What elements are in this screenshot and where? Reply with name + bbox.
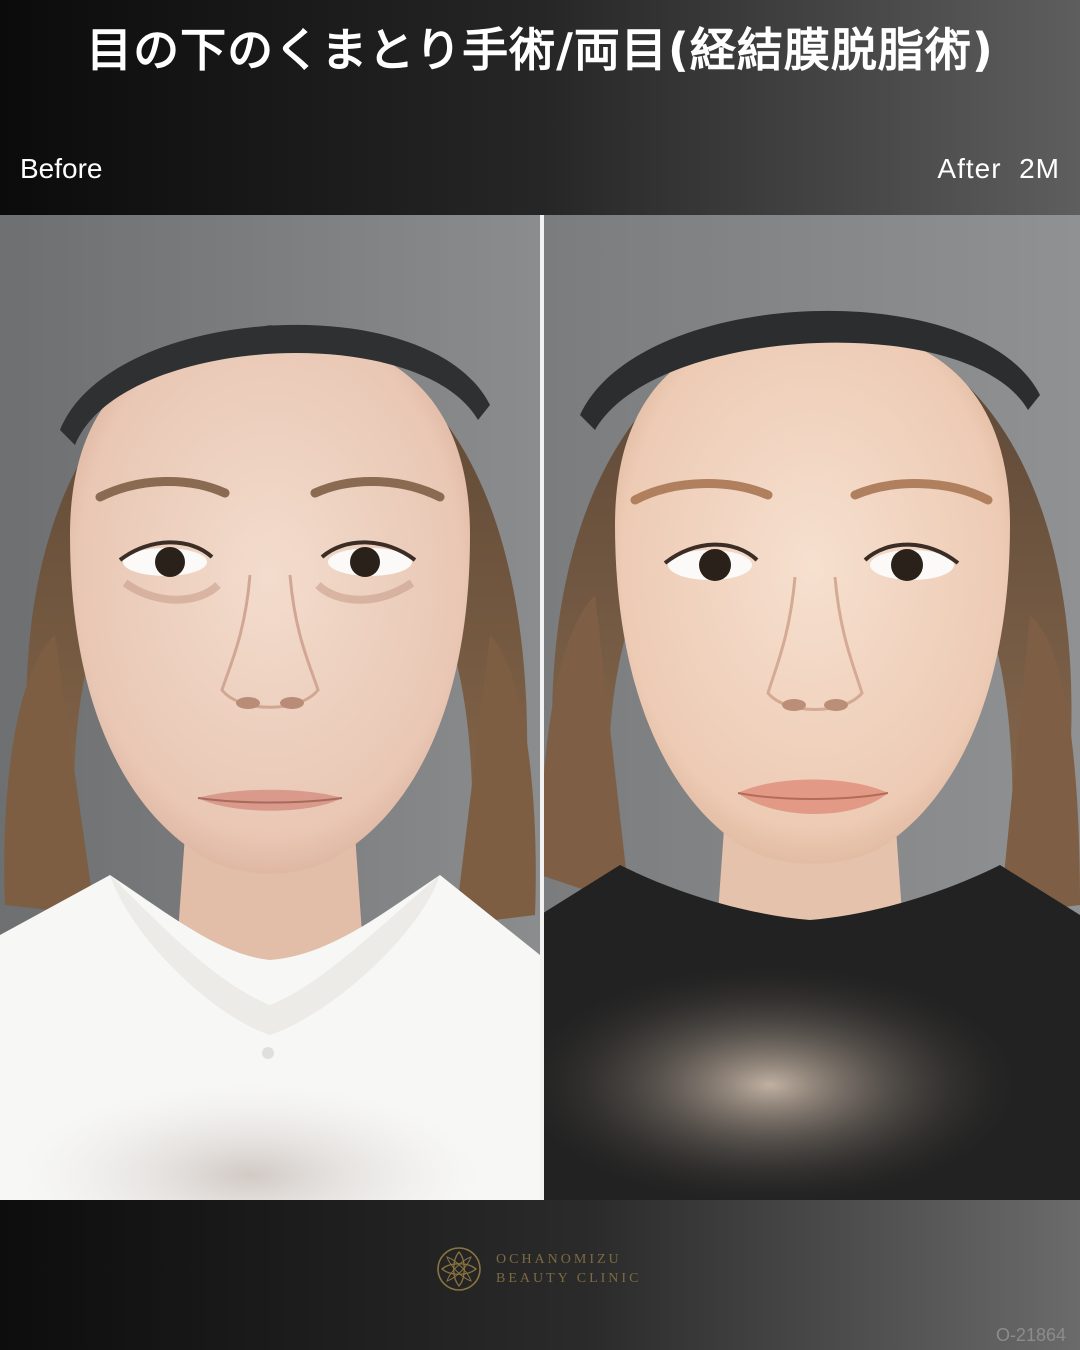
brand-name-line2: BEAUTY CLINIC [496, 1271, 642, 1286]
case-code: O-21864 [995, 1325, 1066, 1345]
header-bar: 目の下のくまとり手術/両目(経結膜脱脂術) Before After 2M [0, 0, 1080, 215]
after-face-illustration [540, 215, 1080, 1200]
brand-name-line1: OCHANOMIZU [496, 1252, 622, 1267]
case-photo-page: 目の下のくまとり手術/両目(経結膜脱脂術) Before After 2M OC… [0, 0, 1080, 1350]
after-photo [540, 215, 1080, 1200]
before-label: Before [20, 153, 103, 184]
clinic-logo-icon [437, 1247, 481, 1291]
before-face-illustration [0, 215, 540, 1200]
after-label: After 2M [937, 153, 1060, 184]
page-title: 目の下のくまとり手術/両目(経結膜脱脂術) [86, 23, 994, 77]
before-photo [0, 215, 540, 1200]
